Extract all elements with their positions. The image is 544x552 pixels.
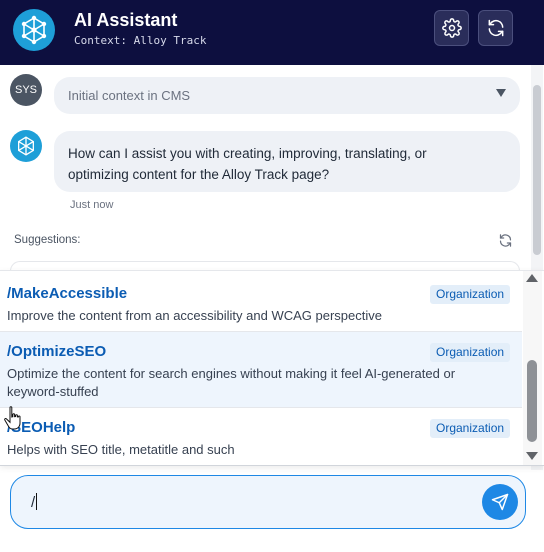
dropdown-scrollbar-thumb[interactable]	[527, 360, 537, 442]
message-timestamp: Just now	[70, 199, 114, 211]
command-description: Helps with SEO title, metatitle and such	[7, 441, 497, 459]
app-header: AI Assistant Context: Alloy Track	[0, 0, 544, 65]
app-title: AI Assistant	[74, 10, 178, 30]
scroll-down-arrow-icon[interactable]	[526, 452, 538, 460]
neural-network-icon	[13, 9, 55, 51]
command-description-line: Helps with SEO title, metatitle and such	[7, 442, 235, 457]
command-description: Optimize the content for search engines …	[7, 365, 497, 401]
message-input-value: /	[31, 493, 38, 511]
organization-badge: Organization	[430, 343, 511, 362]
chat-scrollbar-thumb[interactable]	[533, 85, 541, 255]
gear-icon	[441, 18, 462, 38]
system-message[interactable]: Initial context in CMS	[54, 77, 520, 114]
context-label: Context: Alloy Track	[74, 34, 207, 47]
command-name: /OptimizeSEO	[7, 343, 107, 360]
refresh-suggestions-button[interactable]	[496, 231, 514, 249]
organization-badge: Organization	[430, 285, 511, 304]
suggestions-label: Suggestions:	[14, 234, 81, 246]
message-input[interactable]: /	[10, 475, 526, 529]
neural-network-icon	[18, 136, 34, 156]
assistant-avatar	[10, 130, 42, 162]
reset-chat-button[interactable]	[478, 10, 513, 46]
scroll-up-arrow-icon[interactable]	[526, 274, 538, 282]
organization-badge: Organization	[430, 419, 511, 438]
text-caret	[36, 493, 38, 510]
assistant-message-line: optimizing content for the Alloy Track p…	[68, 167, 330, 182]
command-description-line: Optimize the content for search engines …	[7, 366, 456, 381]
expand-caret-icon[interactable]	[496, 89, 506, 97]
refresh-icon	[488, 19, 503, 37]
hand-pointer-icon	[4, 406, 21, 430]
command-dropdown: /MakeAccessible Organization Improve the…	[0, 270, 544, 466]
command-item-optimizeseo[interactable]: /OptimizeSEO Organization Optimize the c…	[0, 332, 522, 408]
command-item-makeaccessible[interactable]: /MakeAccessible Organization Improve the…	[0, 271, 522, 332]
system-avatar: SYS	[10, 74, 42, 106]
assistant-message: How can I assist you with creating, impr…	[54, 131, 520, 192]
send-icon	[491, 493, 509, 511]
send-button[interactable]	[482, 484, 518, 520]
system-message-text: Initial context in CMS	[68, 88, 191, 103]
command-item-seohelp[interactable]: /SEOHelp Organization Helps with SEO tit…	[0, 408, 522, 466]
command-name: /MakeAccessible	[7, 285, 128, 302]
refresh-icon	[499, 233, 511, 247]
command-description: Improve the content from an accessibilit…	[7, 307, 497, 325]
assistant-message-line: How can I assist you with creating, impr…	[68, 146, 427, 161]
command-description-line: Improve the content from an accessibilit…	[7, 308, 382, 323]
settings-button[interactable]	[434, 10, 469, 46]
command-description-line: keyword-stuffed	[7, 384, 99, 399]
